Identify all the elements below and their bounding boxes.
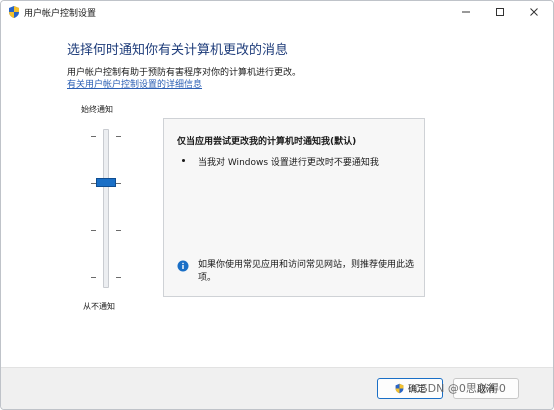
- slider-top-label: 始终通知: [81, 105, 113, 114]
- minimize-icon: [461, 7, 471, 17]
- page-heading: 选择何时通知你有关计算机更改的消息: [67, 43, 289, 58]
- minimize-button[interactable]: [449, 1, 483, 23]
- close-icon: [529, 7, 539, 17]
- bullet-icon: [182, 159, 185, 162]
- watermark-text: CSDN @0思必得0: [413, 382, 506, 395]
- uac-shield-icon: [394, 383, 405, 394]
- uac-shield-icon: [7, 5, 21, 19]
- title-bar: 用户帐户控制设置: [1, 1, 553, 23]
- panel-title: 仅当应用尝试更改我的计算机时通知我(默认): [177, 137, 357, 147]
- uac-settings-window: 用户帐户控制设置 选择何时通知你有关计算机更改的消息 用户帐户控制有助于预防有害…: [0, 0, 554, 410]
- panel-bullet-text: 当我对 Windows 设置进行更改时不要通知我: [198, 158, 379, 168]
- level-description-panel: 仅当应用尝试更改我的计算机时通知我(默认) 当我对 Windows 设置进行更改…: [163, 118, 425, 297]
- tick-mark: [116, 136, 121, 137]
- slider-track[interactable]: [103, 129, 109, 288]
- window-title: 用户帐户控制设置: [24, 9, 97, 19]
- tick-mark: [91, 277, 96, 278]
- info-icon: [177, 260, 189, 272]
- tick-mark: [91, 230, 96, 231]
- maximize-icon: [495, 7, 505, 17]
- tick-mark: [116, 230, 121, 231]
- panel-note-text: 如果你使用常见应用和访问常见网站，则推荐使用此选项。: [198, 260, 415, 283]
- close-button[interactable]: [517, 1, 551, 23]
- tick-mark: [91, 136, 96, 137]
- slider-thumb[interactable]: [96, 178, 116, 187]
- slider-bottom-label: 从不通知: [83, 302, 115, 311]
- uac-details-link[interactable]: 有关用户帐户控制设置的详细信息: [67, 77, 202, 90]
- tick-mark: [116, 277, 121, 278]
- maximize-button[interactable]: [483, 1, 517, 23]
- tick-mark: [116, 183, 121, 184]
- notification-level-slider[interactable]: 始终通知 从不通知: [79, 101, 143, 313]
